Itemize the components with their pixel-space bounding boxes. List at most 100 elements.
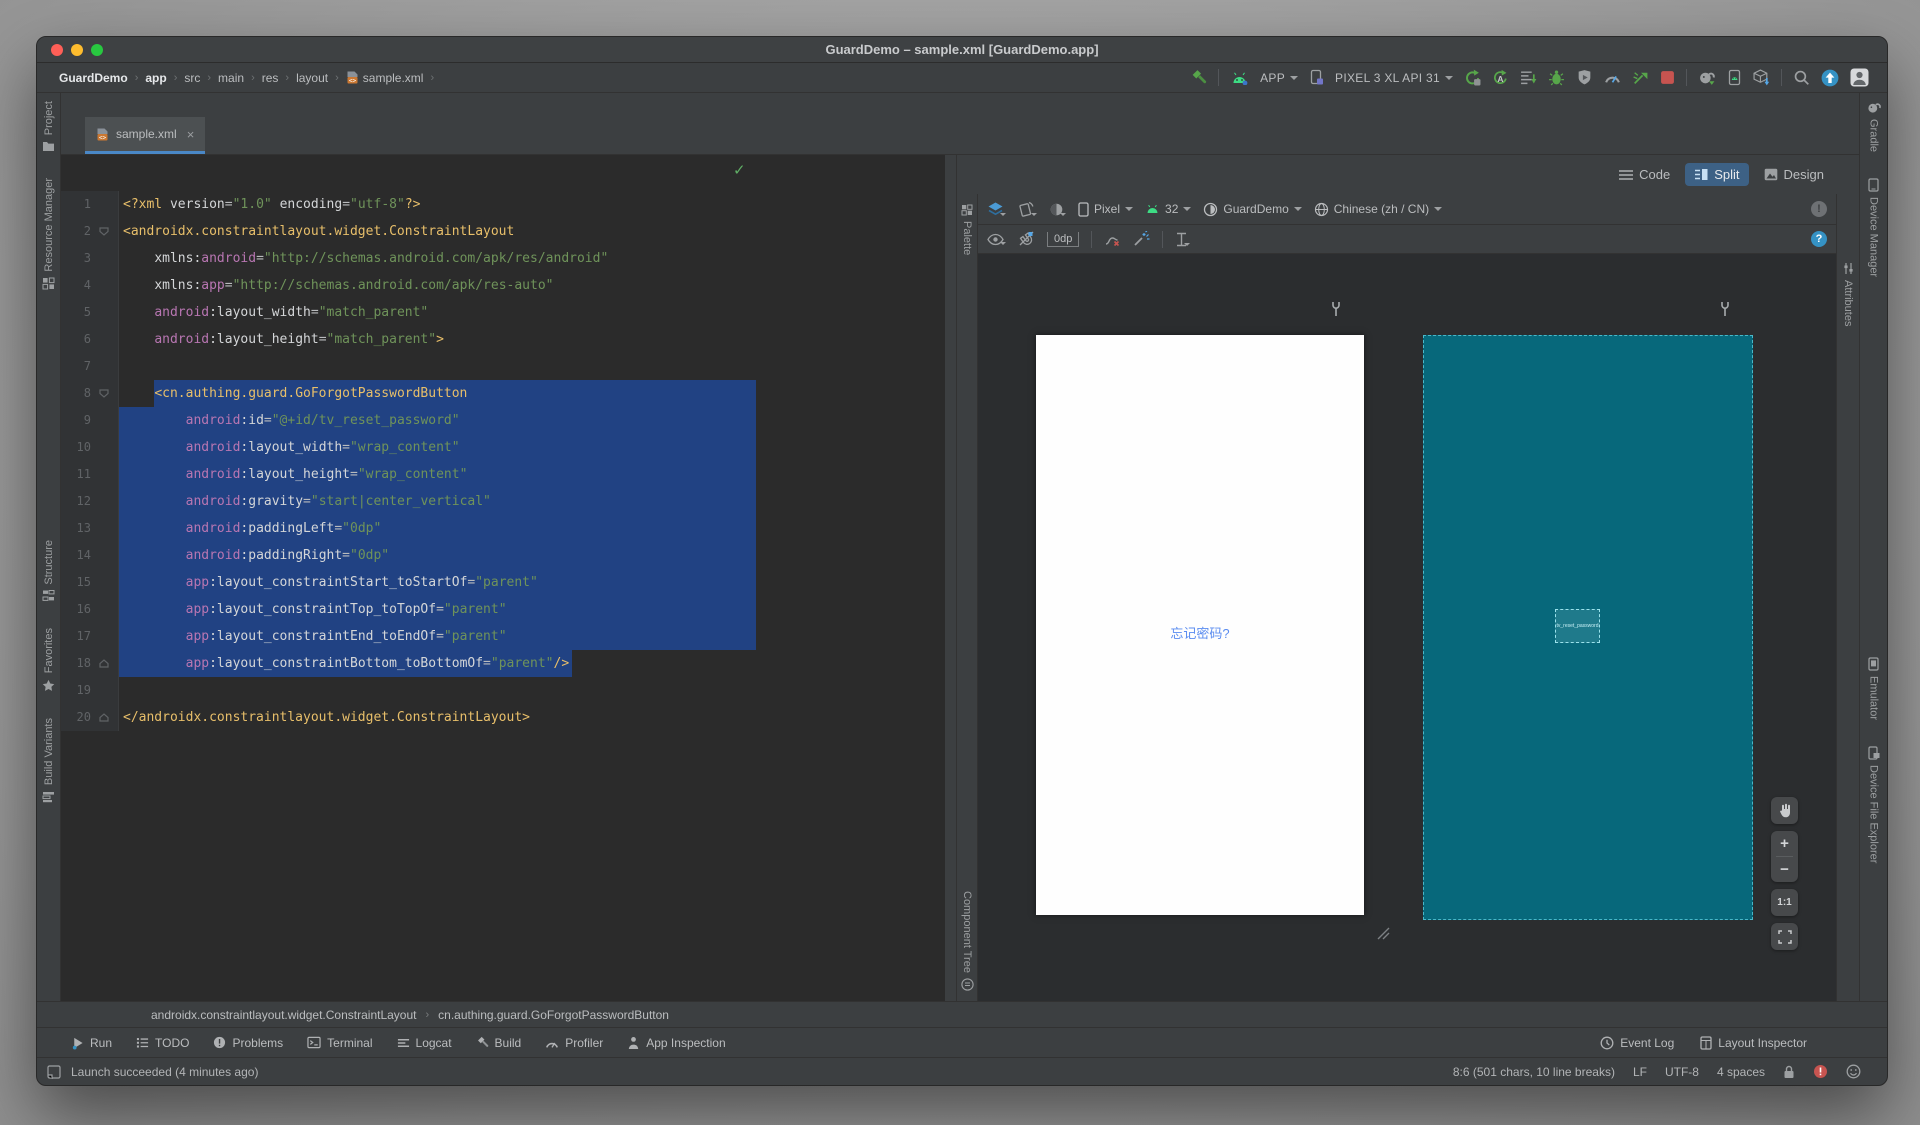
sdk-manager-icon[interactable] (1753, 69, 1770, 86)
wrench-icon[interactable] (1330, 301, 1342, 317)
update-icon[interactable] (1821, 69, 1839, 87)
tool-window-button-profiler[interactable]: Profiler (545, 1036, 603, 1050)
fit-screen-icon[interactable] (1771, 923, 1798, 950)
stop-icon[interactable] (1660, 70, 1675, 85)
device-for-preview-select[interactable]: Pixel (1078, 201, 1134, 217)
zoom-out-button[interactable]: − (1771, 857, 1798, 882)
tool-window-button-app-inspection[interactable]: App Inspection (627, 1036, 726, 1050)
tool-window-button-terminal[interactable]: Terminal (307, 1036, 373, 1050)
apply-changes-icon[interactable]: A (1492, 69, 1509, 86)
profiler-gauge-icon[interactable] (1604, 69, 1621, 86)
gradle-sync-icon[interactable] (1698, 69, 1716, 86)
code-line-11[interactable]: 11 android:layout_height="wrap_content" (61, 461, 944, 488)
fold-marker-icon[interactable] (91, 218, 117, 245)
line-separator-widget[interactable]: LF (1633, 1065, 1647, 1079)
tool-window-button-event-log[interactable]: Event Log (1600, 1036, 1674, 1050)
night-mode-icon[interactable] (1049, 202, 1066, 217)
editor-gutter[interactable]: 6 (61, 326, 119, 353)
debug-icon[interactable] (1548, 69, 1565, 86)
editor-gutter[interactable]: 3 (61, 245, 119, 272)
blueprint-selected-component[interactable]: tv_reset_password (1555, 609, 1600, 643)
code-line-7[interactable]: 7 (61, 353, 944, 380)
tool-window-button-run[interactable]: Run (71, 1036, 112, 1050)
magnet-icon[interactable] (1018, 231, 1035, 247)
tool-stripe-emulator[interactable]: Emulator (1868, 657, 1880, 720)
run-configuration-select[interactable]: APP (1260, 71, 1299, 85)
editor-gutter[interactable]: 2 (61, 218, 119, 245)
breadcrumb-item-layout[interactable]: layout (296, 71, 328, 85)
xml-breadcrumb-item[interactable]: androidx.constraintlayout.widget.Constra… (151, 1008, 417, 1022)
code-line-9[interactable]: 9 android:id="@+id/tv_reset_password" (61, 407, 944, 434)
eye-icon[interactable] (987, 233, 1006, 246)
editor-gutter[interactable]: 1 (61, 191, 119, 218)
wrench-icon[interactable] (1719, 301, 1731, 317)
code-line-14[interactable]: 14 android:paddingRight="0dp" (61, 542, 944, 569)
tool-stripe-project[interactable]: Project (42, 101, 55, 152)
minimize-window-button[interactable] (71, 43, 83, 56)
tool-window-button-todo[interactable]: TODO (136, 1036, 189, 1050)
editor-gutter[interactable]: 13 (61, 515, 119, 542)
blueprint-preview-screen[interactable]: tv_reset_password (1423, 335, 1753, 920)
breadcrumb-item-src[interactable]: src (184, 71, 200, 85)
tool-stripe-resource-manager[interactable]: Resource Manager (42, 178, 55, 290)
zoom-in-button[interactable]: + (1771, 831, 1798, 856)
code-line-3[interactable]: 3 xmlns:android="http://schemas.android.… (61, 245, 944, 272)
tool-window-button-build[interactable]: Build (476, 1036, 521, 1050)
attach-debugger-icon[interactable] (1576, 69, 1593, 86)
code-line-6[interactable]: 6 android:layout_height="match_parent"> (61, 326, 944, 353)
locale-select[interactable]: Chinese (zh / CN) (1314, 202, 1443, 217)
code-line-20[interactable]: 20 </androidx.constraintlayout.widget.Con… (61, 704, 944, 731)
forgot-password-text[interactable]: 忘记密码? (1036, 623, 1364, 642)
caret-position-widget[interactable]: 8:6 (501 chars, 10 line breaks) (1453, 1065, 1615, 1079)
api-version-select[interactable]: 32 (1145, 202, 1192, 216)
component-tree-tab[interactable]: Component Tree (960, 891, 974, 991)
device-select[interactable]: PIXEL 3 XL API 31 (1335, 71, 1453, 85)
help-badge[interactable]: ? (1811, 231, 1827, 247)
editor-gutter[interactable]: 11 (61, 461, 119, 488)
code-line-8[interactable]: 8 <cn.authing.guard.GoForgotPasswordButt… (61, 380, 944, 407)
profile-app-icon[interactable] (1632, 69, 1649, 86)
editor-gutter[interactable]: 17 (61, 623, 119, 650)
encoding-widget[interactable]: UTF-8 (1665, 1065, 1699, 1079)
tool-window-button-logcat[interactable]: Logcat (397, 1036, 452, 1050)
orientation-icon[interactable] (1018, 201, 1037, 217)
palette-tab[interactable]: Palette (961, 204, 973, 255)
code-line-15[interactable]: 15 app:layout_constraintStart_toStartOf=… (61, 569, 944, 596)
code-line-17[interactable]: 17 app:layout_constraintEnd_toEndOf="par… (61, 623, 944, 650)
breadcrumb-item-app[interactable]: app (145, 71, 166, 85)
tool-stripe-device-manager[interactable]: Device Manager (1867, 178, 1881, 277)
design-preview-screen[interactable]: 忘记密码? (1036, 335, 1364, 915)
code-line-5[interactable]: 5 android:layout_width="match_parent" (61, 299, 944, 326)
infer-constraints-icon[interactable] (1133, 231, 1150, 247)
editor-gutter[interactable]: 16 (61, 596, 119, 623)
theme-select[interactable]: GuardDemo (1203, 202, 1302, 217)
breadcrumb-item-guarddemo[interactable]: GuardDemo (59, 71, 128, 85)
code-line-4[interactable]: 4 xmlns:app="http://schemas.android.com/… (61, 272, 944, 299)
breadcrumb-item-sample-xml[interactable]: <> sample.xml (346, 71, 423, 85)
editor-gutter[interactable]: 18 (61, 650, 119, 677)
layers-icon[interactable] (987, 202, 1006, 217)
zoom-window-button[interactable] (91, 43, 103, 56)
issues-badge[interactable]: ! (1811, 201, 1827, 217)
fold-marker-icon[interactable] (91, 380, 117, 407)
tool-stripe-gradle[interactable]: Gradle (1867, 101, 1881, 152)
code-line-2[interactable]: 2 <androidx.constraintlayout.widget.Const… (61, 218, 944, 245)
code-line-12[interactable]: 12 android:gravity="start|center_vertica… (61, 488, 944, 515)
editor-gutter[interactable]: 10 (61, 434, 119, 461)
editor-gutter[interactable]: 5 (61, 299, 119, 326)
editor-gutter[interactable]: 12 (61, 488, 119, 515)
editor-gutter[interactable]: 8 (61, 380, 119, 407)
tool-window-button-layout-inspector[interactable]: Layout Inspector (1700, 1036, 1807, 1050)
fold-marker-icon[interactable] (91, 704, 117, 731)
attributes-tab[interactable]: Attributes (1842, 262, 1855, 326)
device-phone-icon[interactable] (1309, 69, 1324, 86)
view-mode-code[interactable]: Code (1610, 163, 1679, 186)
avatar-icon[interactable] (1850, 68, 1869, 87)
editor-design-splitter[interactable] (944, 155, 957, 1001)
code-line-1[interactable]: 1 <?xml version="1.0" encoding="utf-8"?> (61, 191, 944, 218)
lock-icon[interactable] (1783, 1065, 1795, 1079)
tool-stripe-build-variants[interactable]: Build Variants (42, 718, 55, 803)
code-line-16[interactable]: 16 app:layout_constraintTop_toTopOf="par… (61, 596, 944, 623)
rerun-icon[interactable] (1464, 69, 1481, 86)
tool-stripe-device-file-explorer[interactable]: Device File Explorer (1868, 746, 1880, 864)
